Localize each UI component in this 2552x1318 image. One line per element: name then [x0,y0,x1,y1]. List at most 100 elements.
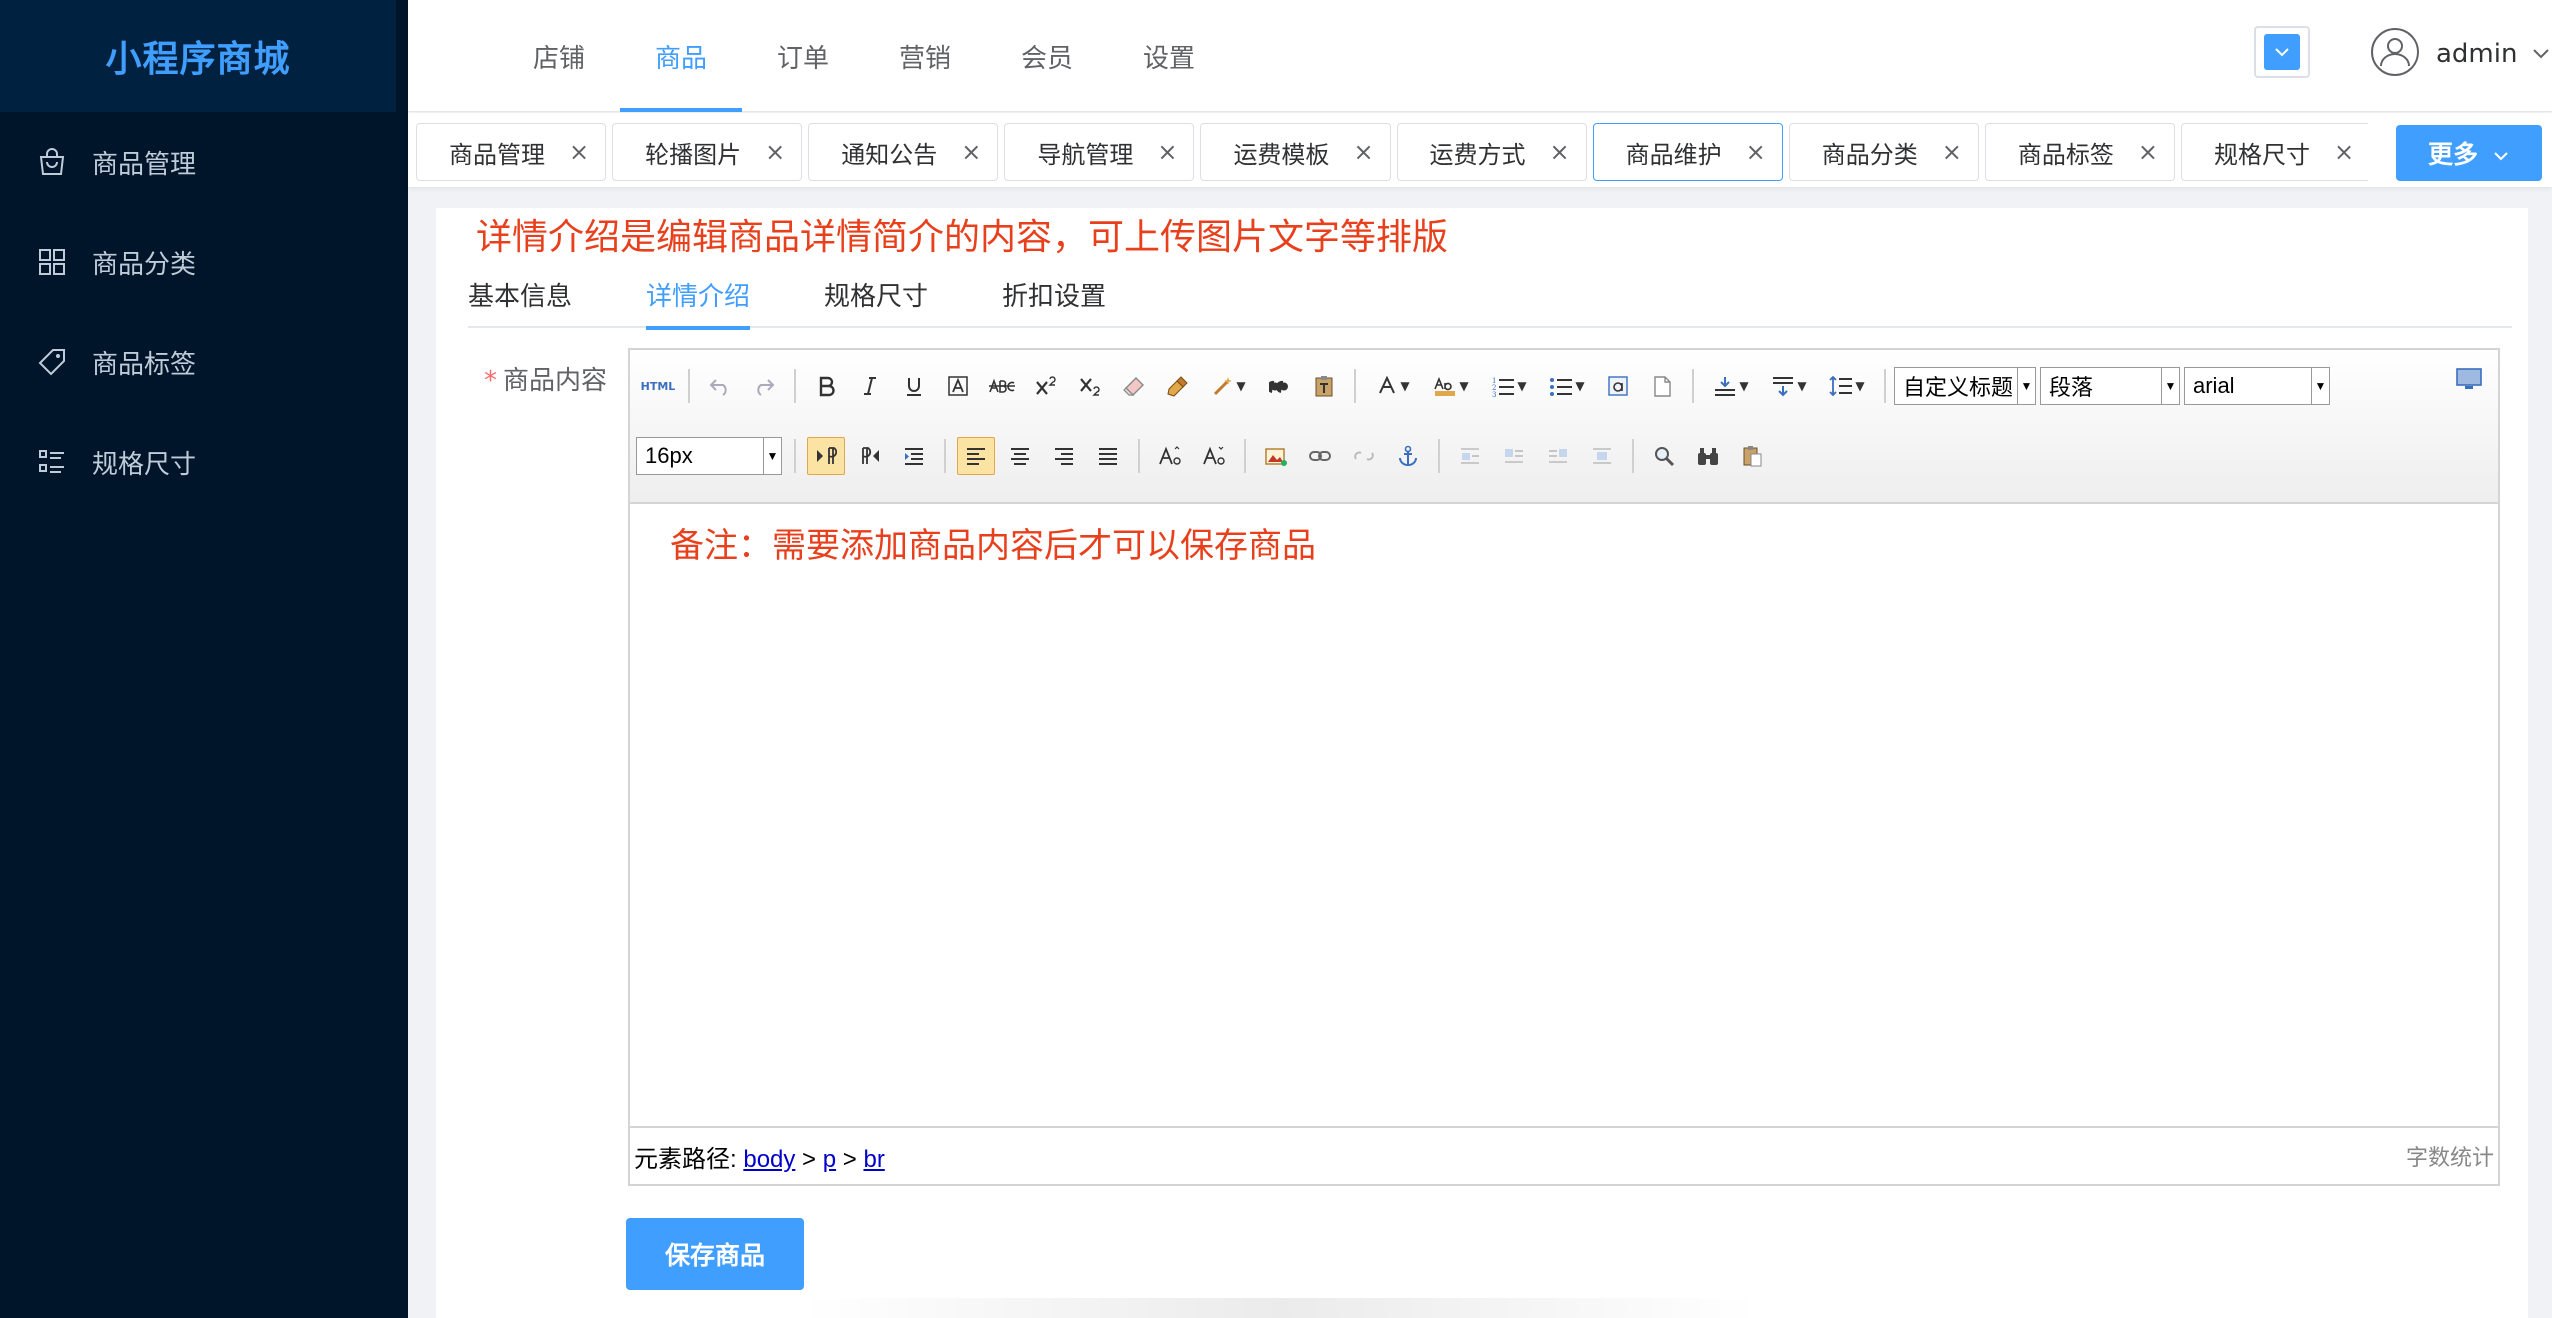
direction-ltr-icon[interactable] [807,437,845,475]
auto-format-icon[interactable]: ▼ [1203,367,1255,405]
element-path-body-link[interactable]: body [743,1146,795,1173]
tag-carousel-images[interactable]: 轮播图片 × [612,123,803,181]
eraser-icon[interactable] [1115,367,1153,405]
close-icon[interactable]: × [1353,138,1373,166]
close-icon[interactable]: × [765,138,785,166]
tag-product-tag[interactable]: 商品标签 × [1984,123,2175,181]
redo-icon[interactable] [745,367,783,405]
close-icon[interactable]: × [1550,138,1570,166]
tag-product-management[interactable]: 商品管理 × [416,123,607,181]
element-path-p-link[interactable]: p [823,1146,836,1173]
close-icon[interactable]: × [2334,138,2354,166]
format-brush-icon[interactable] [1159,367,1197,405]
editor-content-area[interactable]: 备注：需要添加商品内容后才可以保存商品 [630,506,2498,1122]
find-binoculars-icon[interactable] [1689,437,1727,475]
tag-product-maintenance[interactable]: 商品维护 × [1592,123,1783,181]
undo-icon[interactable] [701,367,739,405]
subscript-icon[interactable] [1071,367,1109,405]
sidebar-item-product-management[interactable]: 商品管理 [0,112,408,212]
anchor-icon[interactable] [1389,437,1427,475]
font-family-select[interactable]: arial ▼ [2184,367,2330,405]
save-product-button[interactable]: 保存商品 [626,1218,804,1290]
bold-icon[interactable] [807,367,845,405]
font-border-icon[interactable] [939,367,977,405]
nav-item-settings[interactable]: 设置 [1108,0,1230,112]
close-icon[interactable]: × [1746,138,1766,166]
nav-item-store[interactable]: 店铺 [498,0,620,112]
paste-icon[interactable] [1733,437,1771,475]
align-left-icon[interactable] [957,437,995,475]
close-icon[interactable]: × [961,138,981,166]
more-button-label: 更多 [2427,140,2478,169]
tab-basic-info[interactable]: 基本信息 [468,260,572,328]
image-float-left-icon[interactable] [1495,437,1533,475]
nav-item-marketing[interactable]: 营销 [864,0,986,112]
indent-icon[interactable] [895,437,933,475]
insert-image-icon[interactable] [1257,437,1295,475]
underline-icon[interactable] [895,367,933,405]
bottom-shadow [800,1298,1760,1318]
close-icon[interactable]: × [569,138,589,166]
sidebar-item-label: 商品分类 [92,249,197,280]
tag-product-category[interactable]: 商品分类 × [1788,123,1979,181]
element-path-br-link[interactable]: br [863,1146,884,1173]
nav-item-member[interactable]: 会员 [986,0,1108,112]
align-right-icon[interactable] [1045,437,1083,475]
close-icon[interactable]: × [1157,138,1177,166]
row-spacing-bottom-icon[interactable]: ▼ [1763,367,1815,405]
custom-title-select[interactable]: 自定义标题 ▼ [1894,367,2036,405]
image-center-icon[interactable] [1583,437,1621,475]
header-dropdown-toggle[interactable] [2254,26,2310,78]
text-direction-icon[interactable] [1599,367,1637,405]
tag-spec-size[interactable]: 规格尺寸 × [2180,123,2370,181]
tag-notice[interactable]: 通知公告 × [808,123,999,181]
line-height-icon[interactable]: ▼ [1821,367,1873,405]
user-menu[interactable]: admin [2370,26,2551,82]
to-uppercase-icon[interactable] [1151,437,1189,475]
sidebar-item-product-category[interactable]: 商品分类 [0,212,408,312]
row-spacing-top-icon[interactable]: ▼ [1705,367,1757,405]
tab-spec-size[interactable]: 规格尺寸 [824,260,928,328]
search-replace-icon[interactable] [1645,437,1683,475]
direction-rtl-icon[interactable] [851,437,889,475]
more-button[interactable]: 更多 [2396,125,2542,181]
align-justify-icon[interactable] [1089,437,1127,475]
unlink-icon[interactable] [1345,437,1383,475]
tab-discount-settings[interactable]: 折扣设置 [1002,260,1106,328]
align-center-icon[interactable] [1001,437,1039,475]
nav-item-product[interactable]: 商品 [620,0,742,112]
strikethrough-icon[interactable] [983,367,1021,405]
font-color-icon[interactable]: ▼ [1367,367,1419,405]
required-mark: * [484,366,497,396]
tab-detail-intro[interactable]: 详情介绍 [646,260,751,330]
clear-doc-icon[interactable] [1643,367,1681,405]
background-color-icon[interactable]: ▼ [1425,367,1477,405]
nav-item-order[interactable]: 订单 [742,0,864,112]
html-source-button[interactable]: HTML [639,367,677,405]
fullscreen-icon[interactable] [2450,360,2488,398]
superscript-icon[interactable] [1027,367,1065,405]
app-logo[interactable]: 小程序商城 [0,0,396,112]
close-icon[interactable]: × [1942,138,1962,166]
blockquote-icon[interactable] [1261,367,1299,405]
tag-label: 商品标签 [2017,140,2114,169]
paste-plain-icon[interactable] [1305,367,1343,405]
close-icon[interactable]: × [2138,138,2158,166]
tag-navigation[interactable]: 导航管理 × [1004,123,1195,181]
toolbar-separator [944,439,946,473]
unordered-list-icon[interactable]: ▼ [1541,367,1593,405]
to-lowercase-icon[interactable] [1195,437,1233,475]
sidebar-item-product-tag[interactable]: 商品标签 [0,312,408,412]
image-float-none-icon[interactable] [1451,437,1489,475]
sidebar-item-spec-size[interactable]: 规格尺寸 [0,412,408,512]
italic-icon[interactable] [851,367,889,405]
font-size-select[interactable]: 16px ▼ [636,437,782,475]
link-icon[interactable] [1301,437,1339,475]
image-float-right-icon[interactable] [1539,437,1577,475]
tag-shipping-method[interactable]: 运费方式 × [1396,123,1587,181]
ordered-list-icon[interactable]: 1 2 3 ▼ [1483,367,1535,405]
chevron-down-icon [2492,139,2510,168]
dropdown-arrow-icon: ▼ [763,438,781,474]
paragraph-format-select[interactable]: 段落 ▼ [2040,367,2180,405]
tag-shipping-template[interactable]: 运费模板 × [1200,123,1391,181]
